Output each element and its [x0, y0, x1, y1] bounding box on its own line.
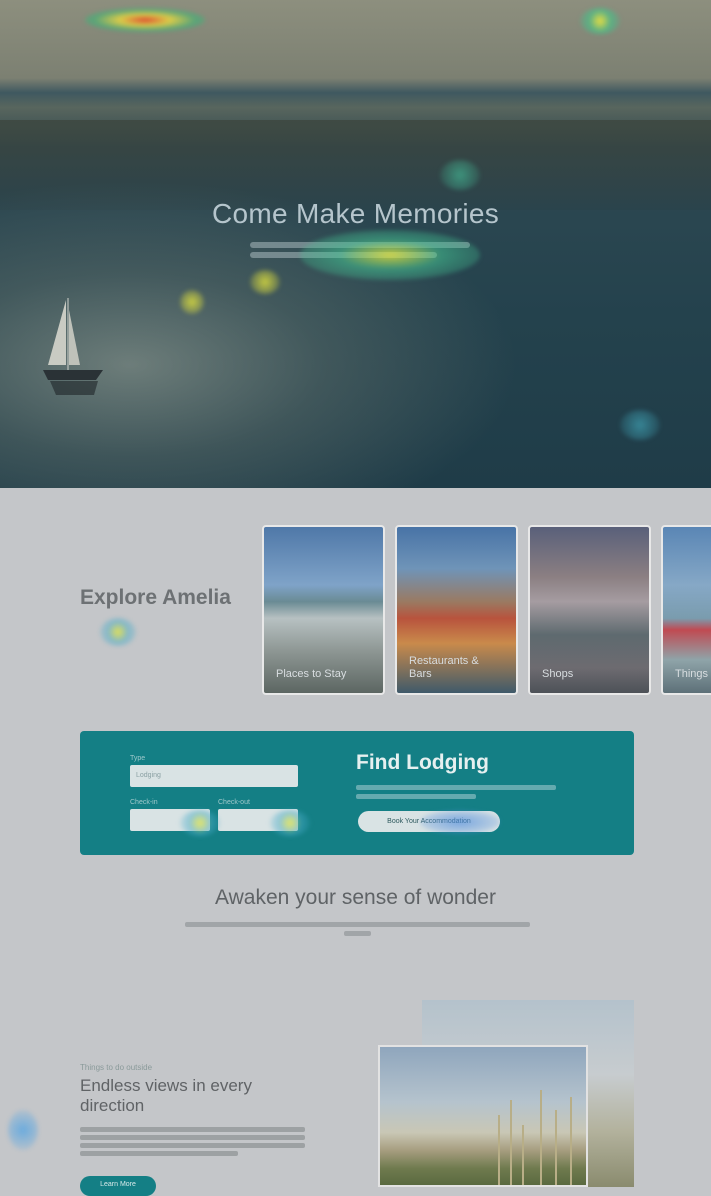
card-shops[interactable]: Shops: [528, 525, 651, 695]
endless-title: Endless views in every direction: [80, 1076, 252, 1115]
card-label: Restaurants & Bars: [409, 655, 479, 680]
card-label: Shops: [542, 668, 574, 680]
book-accommodation-button[interactable]: Book Your Accommodation: [358, 811, 500, 832]
card-label: Places to Stay: [276, 668, 347, 680]
explore-title: Explore Amelia: [80, 586, 231, 609]
checkin-field[interactable]: [130, 809, 210, 831]
hero-subtitle: [250, 238, 470, 264]
type-select[interactable]: Lodging: [130, 765, 298, 787]
find-lodging-panel: Type Lodging Check-in Check-out Find Lod…: [80, 731, 634, 855]
top-navigation: [0, 0, 711, 42]
endless-body-text: [80, 1124, 305, 1159]
checkout-field[interactable]: [218, 809, 298, 831]
card-things-to-do[interactable]: Things: [661, 525, 711, 695]
type-label: Type: [130, 755, 146, 762]
dunes-photo-front: [378, 1045, 588, 1187]
wonder-subtitle: [185, 918, 530, 940]
hero-title: Come Make Memories: [211, 198, 500, 229]
checkout-label: Check-out: [218, 799, 250, 806]
find-lodging-title: Find Lodging: [356, 751, 489, 774]
card-label: Things: [675, 668, 709, 680]
hero-banner: Come Make Memories: [0, 0, 711, 488]
card-restaurants[interactable]: Restaurants & Bars: [395, 525, 518, 695]
wonder-title: Awaken your sense of wonder: [215, 886, 496, 909]
find-lodging-description: [356, 781, 556, 803]
learn-more-button[interactable]: Learn More: [80, 1176, 156, 1196]
card-places-to-stay[interactable]: Places to Stay: [262, 525, 385, 695]
sailboat-image: [43, 298, 103, 395]
endless-eyebrow: Things to do outside: [80, 1063, 153, 1072]
checkin-label: Check-in: [130, 799, 158, 806]
